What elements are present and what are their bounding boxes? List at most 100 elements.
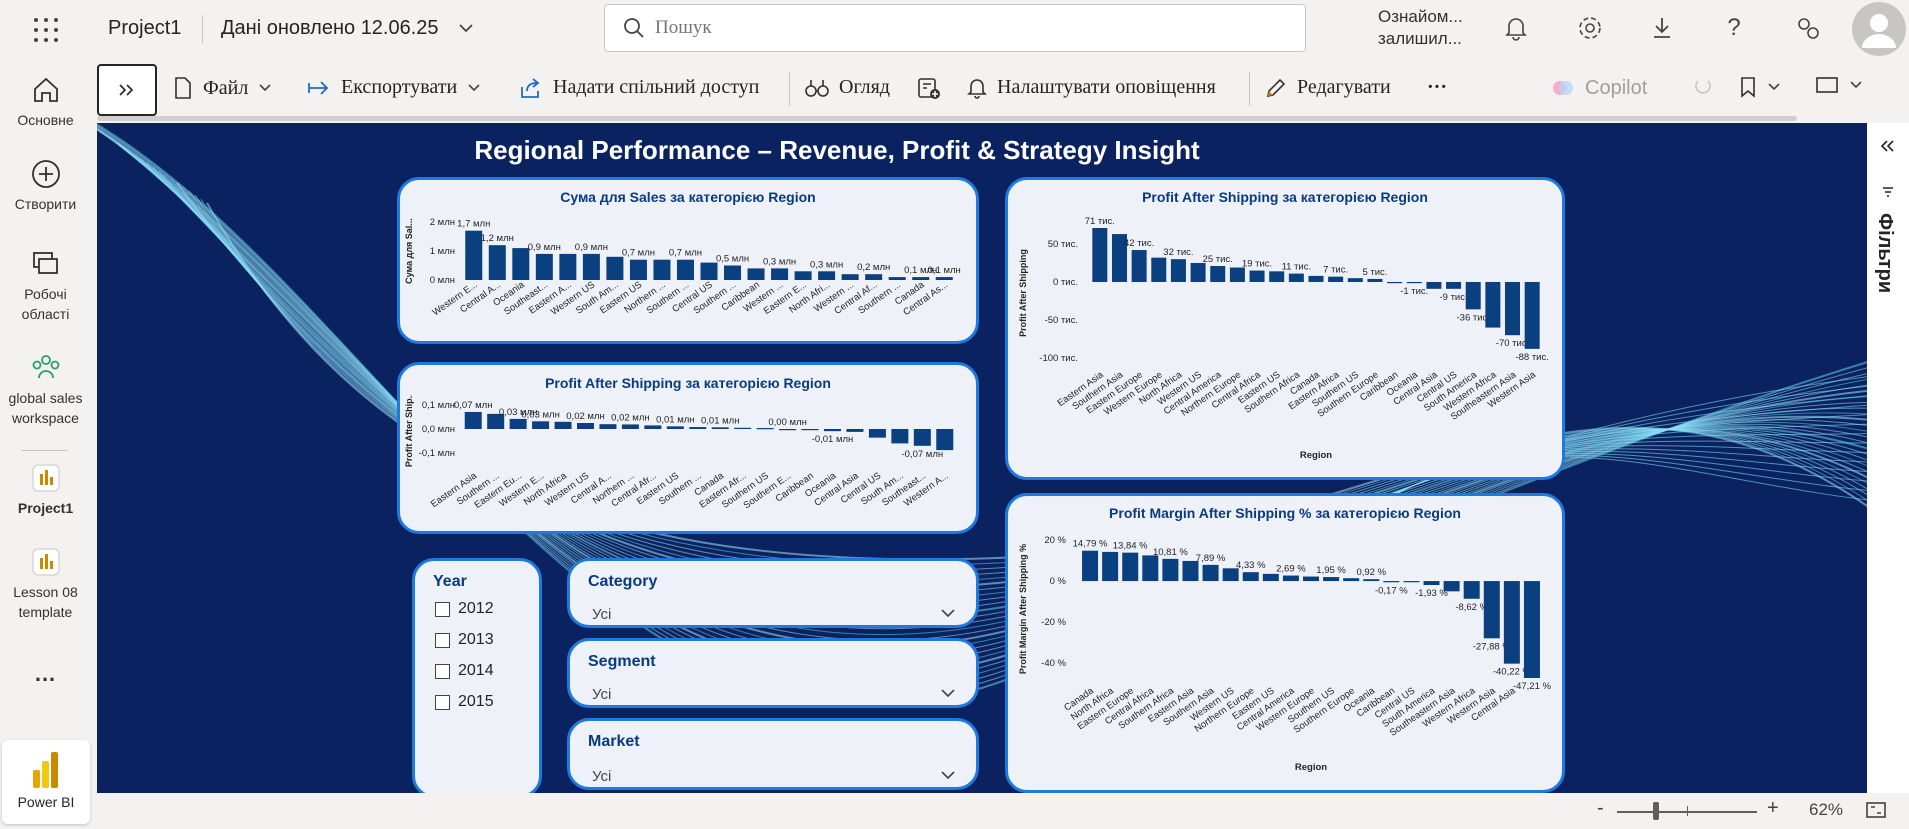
bar[interactable]	[532, 421, 550, 429]
bar[interactable]	[1182, 560, 1199, 582]
bar[interactable]	[756, 428, 774, 430]
category-slicer[interactable]: Category Усі	[567, 558, 979, 628]
bar[interactable]	[936, 429, 954, 451]
bar[interactable]	[1170, 259, 1186, 282]
zoom-in-button[interactable]: +	[1767, 797, 1779, 820]
horizontal-scrollbar[interactable]	[97, 116, 1797, 121]
rail-item-home[interactable]: Основне	[0, 74, 91, 130]
bar[interactable]	[1288, 273, 1304, 282]
bar[interactable]	[1343, 578, 1360, 582]
edit-button[interactable]: Редагувати	[1265, 76, 1391, 99]
margin-chart-card[interactable]: Profit Margin After Shipping % за катего…	[1005, 493, 1565, 793]
subscribe-button[interactable]	[917, 76, 941, 100]
bar[interactable]	[747, 268, 765, 280]
bar[interactable]	[1092, 228, 1108, 282]
bar[interactable]	[509, 418, 527, 429]
bar[interactable]	[1443, 581, 1460, 592]
bar[interactable]	[1485, 281, 1501, 328]
bar[interactable]	[554, 421, 572, 429]
bar[interactable]	[1463, 581, 1480, 599]
bar[interactable]	[644, 425, 662, 429]
bar[interactable]	[1151, 257, 1167, 282]
pas-small-chart-card[interactable]: Profit After Shipping за категорією Regi…	[397, 362, 979, 534]
bar[interactable]	[559, 253, 577, 280]
powerbi-button[interactable]: Power BI	[2, 740, 90, 824]
bar[interactable]	[1387, 281, 1403, 284]
chevron-down-icon[interactable]	[940, 685, 956, 701]
bar[interactable]	[1262, 573, 1279, 582]
refresh-info[interactable]: Дані оновлено 12.06.25	[221, 17, 439, 40]
filters-label[interactable]: Фільтри	[1873, 213, 1896, 293]
segment-slicer[interactable]: Segment Усі	[567, 638, 979, 708]
bar[interactable]	[1308, 275, 1324, 282]
search-box[interactable]	[604, 4, 1306, 52]
bar[interactable]	[621, 424, 639, 429]
bar[interactable]	[1446, 281, 1462, 289]
bar[interactable]	[676, 259, 694, 280]
expand-pane-button[interactable]	[97, 64, 157, 116]
bar[interactable]	[488, 245, 506, 280]
bar[interactable]	[935, 277, 953, 280]
bar[interactable]	[1426, 281, 1442, 289]
bar[interactable]	[1269, 271, 1285, 282]
bar[interactable]	[700, 262, 718, 280]
bar[interactable]	[912, 277, 930, 280]
view-mode-icon[interactable]	[1815, 76, 1863, 94]
bar[interactable]	[1367, 278, 1383, 282]
bar[interactable]	[868, 429, 886, 438]
chevron-down-icon[interactable]	[940, 767, 956, 783]
zoom-out-button[interactable]: -	[1597, 797, 1604, 820]
bar[interactable]	[841, 274, 859, 280]
double-chevron-left-icon[interactable]	[1879, 139, 1895, 158]
bar[interactable]	[1162, 558, 1179, 582]
year-option[interactable]: 2015	[435, 693, 494, 711]
share-button[interactable]: Надати спільний доступ	[519, 76, 759, 99]
bar[interactable]	[1249, 270, 1265, 282]
bar[interactable]	[846, 429, 864, 432]
bar[interactable]	[1082, 550, 1099, 582]
gear-icon[interactable]	[1574, 12, 1606, 44]
rail-item-create[interactable]: Створити	[0, 158, 91, 214]
rail-item-project1[interactable]: Project1	[0, 462, 91, 518]
bar[interactable]	[535, 253, 553, 280]
bar[interactable]	[1328, 276, 1344, 282]
checkbox[interactable]	[435, 601, 450, 617]
bar[interactable]	[1363, 579, 1380, 582]
more-options-button[interactable]: ···	[1427, 76, 1447, 99]
bar[interactable]	[1383, 581, 1400, 583]
pas-chart-card[interactable]: Profit After Shipping за категорією Regi…	[1005, 177, 1565, 480]
alerts-button[interactable]: Налаштувати оповіщення	[967, 76, 1216, 99]
year-option[interactable]: 2014	[435, 662, 494, 680]
bar[interactable]	[891, 429, 909, 444]
reset-icon[interactable]	[1693, 76, 1713, 96]
bar[interactable]	[1423, 581, 1440, 586]
bell-icon[interactable]	[1500, 12, 1532, 44]
more-icon[interactable]: ...	[0, 663, 91, 685]
bar[interactable]	[724, 265, 742, 281]
rail-item-global-sales[interactable]: global sales workspace	[0, 352, 91, 428]
search-input[interactable]	[655, 15, 1255, 41]
bar[interactable]	[818, 271, 836, 280]
slicer-value[interactable]: Усі	[592, 768, 611, 785]
bar[interactable]	[606, 256, 624, 280]
filters-pane[interactable]: Фільтри	[1867, 123, 1909, 793]
bar[interactable]	[1503, 581, 1520, 664]
bar[interactable]	[801, 429, 819, 431]
checkbox[interactable]	[435, 663, 450, 679]
bar[interactable]	[865, 274, 883, 280]
copilot-button[interactable]: Copilot	[1551, 76, 1647, 100]
avatar[interactable]	[1852, 2, 1906, 56]
chevron-down-icon[interactable]	[458, 20, 474, 36]
bar[interactable]	[824, 429, 841, 432]
bar[interactable]	[1483, 581, 1500, 639]
market-slicer[interactable]: Market Усі	[567, 718, 979, 790]
fit-to-page-icon[interactable]	[1865, 801, 1887, 824]
help-icon[interactable]: ?	[1718, 12, 1750, 44]
bar[interactable]	[1229, 267, 1245, 282]
checkbox[interactable]	[435, 694, 450, 710]
bar[interactable]	[689, 427, 707, 429]
bar[interactable]	[779, 429, 797, 431]
bar[interactable]	[1122, 552, 1139, 582]
download-icon[interactable]	[1646, 12, 1678, 44]
file-menu[interactable]: Файл	[173, 76, 272, 100]
